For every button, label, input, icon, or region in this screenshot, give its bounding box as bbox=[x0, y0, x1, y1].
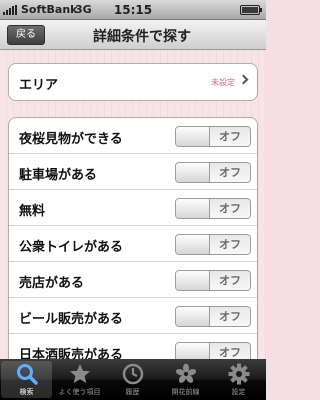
filter-row-parking: 駐車場がある オフ bbox=[9, 154, 257, 190]
filter-row-shop: 売店がある オフ bbox=[9, 262, 257, 298]
free-switch[interactable]: オフ bbox=[175, 198, 251, 219]
clock-icon bbox=[122, 363, 143, 385]
nav-bar: 戻る 詳細条件で探す bbox=[0, 20, 266, 50]
filter-row-beer: ビール販売がある オフ bbox=[9, 298, 257, 334]
clock: 15:15 bbox=[113, 3, 153, 17]
switch-state: オフ bbox=[210, 271, 250, 290]
tab-blossom-front[interactable]: 開花前線 bbox=[160, 361, 211, 398]
filter-row-night-viewing: 夜桜見物ができる オフ bbox=[9, 118, 257, 154]
back-button-label: 戻る bbox=[16, 29, 36, 40]
area-value: 未設定 bbox=[211, 78, 235, 87]
switch-state: オフ bbox=[210, 307, 250, 326]
battery-icon bbox=[240, 5, 262, 15]
filter-row-sake: 日本酒販売がある オフ bbox=[9, 334, 257, 359]
filter-row-toilet: 公衆トイレがある オフ bbox=[9, 226, 257, 262]
tab-search[interactable]: 検索 bbox=[1, 361, 52, 398]
night-viewing-switch[interactable]: オフ bbox=[175, 126, 251, 147]
search-icon bbox=[16, 364, 38, 385]
page-title: 詳細条件で探す bbox=[93, 29, 191, 45]
tab-settings[interactable]: 設定 bbox=[213, 361, 264, 398]
switch-state: オフ bbox=[210, 235, 250, 254]
blossom-icon bbox=[175, 363, 196, 383]
tab-history[interactable]: 履歴 bbox=[107, 361, 158, 398]
filter-label: 公衆トイレがある bbox=[19, 240, 124, 255]
tab-label: 開花前線 bbox=[171, 388, 200, 396]
switch-state: オフ bbox=[210, 343, 250, 359]
switch-state: オフ bbox=[210, 127, 250, 146]
beer-switch[interactable]: オフ bbox=[175, 306, 251, 327]
filter-list: 夜桜見物ができる オフ 駐車場がある オフ 無料 オフ 公衆トイレがある オフ … bbox=[8, 117, 258, 359]
gear-icon bbox=[228, 363, 249, 385]
switch-state: オフ bbox=[210, 199, 250, 218]
parking-switch[interactable]: オフ bbox=[175, 162, 251, 183]
toilet-switch[interactable]: オフ bbox=[175, 234, 251, 255]
tab-favorites[interactable]: よく使う項目 bbox=[54, 361, 105, 398]
tab-label: 検索 bbox=[19, 388, 34, 396]
status-bar: SoftBank 3G 15:15 bbox=[0, 0, 266, 20]
tab-label: よく使う項目 bbox=[58, 388, 101, 396]
filter-label: 売店がある bbox=[19, 276, 85, 291]
tab-label: 履歴 bbox=[125, 388, 140, 396]
filter-label: 無料 bbox=[19, 204, 46, 219]
filter-label: 日本酒販売がある bbox=[19, 348, 124, 359]
tab-bar: 検索 よく使う項目 履歴 開花前線 設定 bbox=[0, 359, 266, 400]
content-area[interactable]: エリア 未設定 夜桜見物ができる オフ 駐車場がある オフ 無料 オフ 公衆トイ… bbox=[0, 51, 266, 359]
filter-label: 駐車場がある bbox=[19, 168, 98, 183]
filter-label: 夜桜見物ができる bbox=[19, 132, 123, 147]
chevron-right-icon bbox=[238, 74, 249, 85]
area-row[interactable]: エリア 未設定 bbox=[8, 63, 258, 101]
sake-switch[interactable]: オフ bbox=[175, 342, 251, 359]
filter-row-free: 無料 オフ bbox=[9, 190, 257, 226]
filter-label: ビール販売がある bbox=[19, 312, 124, 327]
area-label: エリア bbox=[19, 78, 59, 93]
tab-label: 設定 bbox=[231, 388, 246, 396]
star-icon bbox=[69, 364, 90, 383]
shop-switch[interactable]: オフ bbox=[175, 270, 251, 291]
switch-state: オフ bbox=[210, 163, 250, 182]
